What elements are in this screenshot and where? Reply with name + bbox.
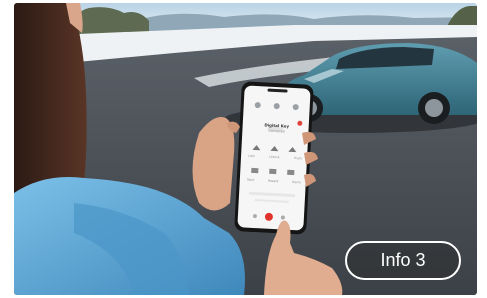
woman-hair xyxy=(14,3,87,203)
phone-app-screen: Digital Key Connected Lock Unlock Trunk … xyxy=(238,87,311,230)
app-row-1: Lock Unlock Trunk xyxy=(248,154,302,161)
hazard-label: Hazard xyxy=(267,178,279,184)
app-row-2: Start Hazard Alarm xyxy=(247,178,301,185)
start-label: Start xyxy=(246,177,255,182)
trunk-label: Trunk xyxy=(293,155,303,161)
unlock-label: Unlock xyxy=(269,154,280,160)
lock-label: Lock xyxy=(248,153,256,158)
info-3-button[interactable]: Info 3 xyxy=(345,241,461,280)
alarm-label: Alarm xyxy=(291,179,301,185)
